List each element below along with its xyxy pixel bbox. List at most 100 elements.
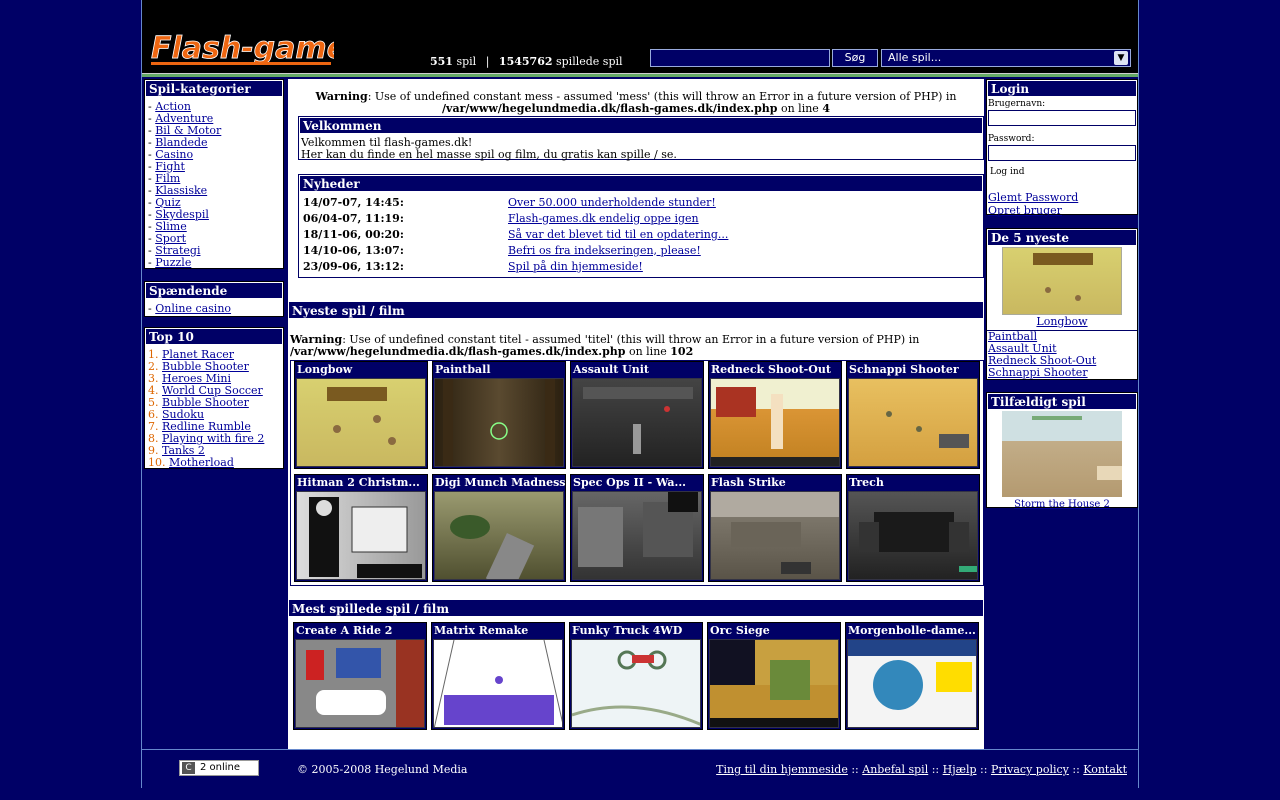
copyright: © 2005-2008 Hegelund Media — [297, 763, 468, 776]
game-tile[interactable]: Orc Siege — [707, 622, 841, 730]
game-tile[interactable]: Spec Ops II - Wa... — [570, 474, 704, 582]
news-date: 23/09-06, 13:12: — [303, 259, 404, 273]
welcome-box: Velkommen Velkommen til flash-games.dk! … — [298, 116, 984, 161]
game-tile[interactable]: Schnappi Shooter — [846, 361, 980, 469]
game-thumbnail[interactable] — [847, 639, 977, 728]
plays-count: 1545762 — [498, 55, 553, 68]
game-thumbnail[interactable] — [433, 639, 563, 728]
categories-box: Spil-kategorier - Action - Adventure - B… — [144, 79, 284, 269]
username-field[interactable] — [988, 110, 1136, 126]
games-label: spil — [456, 55, 477, 68]
newest5-thumbnail[interactable] — [1002, 247, 1122, 315]
random-game-title: Tilfældigt spil — [987, 393, 1137, 410]
news-date: 06/04-07, 11:19: — [303, 211, 404, 225]
top10-list: 1. Planet Racer 2. Bubble Shooter 3. Her… — [145, 345, 283, 473]
top10-item: 10. Motherload — [148, 456, 234, 469]
logo-text: Flash-games — [151, 31, 334, 66]
main-content: Warning: Use of undefined constant mess … — [288, 79, 984, 749]
footer: C2 online © 2005-2008 Hegelund Media Tin… — [142, 749, 1138, 788]
search-button[interactable]: Søg — [832, 49, 878, 67]
footer-link-contact[interactable]: Kontakt — [1083, 763, 1127, 776]
news-date: 18/11-06, 00:20: — [303, 227, 404, 241]
online-counter-badge[interactable]: C2 online — [179, 760, 259, 776]
news-link[interactable]: Flash-games.dk endelig oppe igen — [508, 212, 699, 225]
news-link[interactable]: Spil på din hjemmeside! — [508, 260, 643, 273]
game-thumbnail[interactable] — [571, 639, 701, 728]
news-row: 06/04-07, 11:19: Flash-games.dk endelig o… — [299, 210, 983, 226]
game-thumbnail[interactable] — [572, 491, 702, 580]
games-count: 551 — [430, 55, 453, 68]
footer-link-homepage[interactable]: Ting til din hjemmeside — [716, 763, 848, 776]
game-tile[interactable]: Longbow — [294, 361, 428, 469]
game-tile[interactable]: Digi Munch Madness — [432, 474, 566, 582]
game-thumbnail[interactable] — [848, 491, 978, 580]
php-warning-1: Warning: Use of undefined constant mess … — [315, 90, 957, 115]
game-thumbnail[interactable] — [434, 491, 564, 580]
site-stats: 551 spil | 1545762 spillede spil — [430, 55, 623, 68]
category-item: - Puzzle — [148, 256, 192, 269]
create-user-link[interactable]: Opret bruger — [988, 204, 1062, 217]
news-row: 18/11-06, 00:20: Så var det blevet tid ti… — [299, 226, 983, 242]
chevron-down-icon[interactable]: ▼ — [1114, 51, 1128, 65]
game-thumbnail[interactable] — [296, 378, 426, 467]
game-tile[interactable]: Trech — [846, 474, 980, 582]
footer-link-privacy[interactable]: Privacy policy — [991, 763, 1069, 776]
game-thumbnail[interactable] — [572, 378, 702, 467]
most-played-title: Mest spillede spil / film — [288, 599, 984, 617]
top10-link[interactable]: Motherload — [169, 456, 234, 469]
game-tile[interactable]: Paintball — [432, 361, 566, 469]
game-thumbnail[interactable] — [296, 491, 426, 580]
footer-link-recommend[interactable]: Anbefal spil — [862, 763, 928, 776]
category-select[interactable]: Alle spil... ▼ — [881, 49, 1131, 67]
newest5-featured-link[interactable]: Longbow — [1036, 315, 1087, 328]
login-button[interactable]: Log ind — [988, 167, 1136, 177]
article-link[interactable]: Online casino — [155, 302, 231, 315]
news-date: 14/10-06, 13:07: — [303, 243, 404, 257]
news-link[interactable]: Over 50.000 underholdende stunder! — [508, 196, 716, 209]
game-thumbnail[interactable] — [434, 378, 564, 467]
newest-grid: Longbow Paintball Assault Unit Redneck S… — [290, 360, 984, 586]
game-tile[interactable]: Morgenbolle-dame... — [845, 622, 979, 730]
game-tile[interactable]: Create A Ride 2 — [293, 622, 427, 730]
game-thumbnail[interactable] — [848, 378, 978, 467]
newest-title: Nyeste spil / film — [288, 301, 984, 319]
game-tile[interactable]: Matrix Remake — [431, 622, 565, 730]
news-date: 14/07-07, 14:45: — [303, 195, 404, 209]
category-link[interactable]: Puzzle — [155, 256, 191, 269]
game-tile[interactable]: Redneck Shoot-Out — [708, 361, 842, 469]
game-tile[interactable]: Assault Unit — [570, 361, 704, 469]
game-thumbnail[interactable] — [710, 491, 840, 580]
footer-link-help[interactable]: Hjælp — [943, 763, 977, 776]
forgot-password-link[interactable]: Glemt Password — [988, 191, 1078, 204]
random-game-thumbnail[interactable] — [1002, 411, 1122, 497]
news-link[interactable]: Befri os fra indekseringen, please! — [508, 244, 701, 257]
news-link[interactable]: Så var det blevet tid til en opdatering.… — [508, 228, 728, 241]
article-item: - Online casino — [148, 302, 232, 315]
online-counter-icon: C — [182, 762, 195, 774]
main-column: Warning: Use of undefined constant mess … — [286, 77, 984, 749]
php-warning-2: Warning: Use of undefined constant titel… — [290, 333, 920, 358]
game-tile[interactable]: Flash Strike — [708, 474, 842, 582]
welcome-title: Velkommen — [299, 117, 983, 134]
login-box: Login Brugernavn: Password: Log ind Glem… — [986, 79, 1138, 217]
game-tile[interactable]: Funky Truck 4WD — [569, 622, 703, 730]
search-input[interactable] — [650, 49, 830, 67]
articles-box: Spændende artikler - Online casino — [144, 281, 284, 317]
game-tile[interactable]: Hitman 2 Christm... — [294, 474, 428, 582]
game-thumbnail[interactable] — [709, 639, 839, 728]
site-logo[interactable]: Flash-games — [149, 28, 334, 68]
game-thumbnail[interactable] — [295, 639, 425, 728]
game-thumbnail[interactable] — [710, 378, 840, 467]
newest5-link[interactable]: Schnappi Shooter — [988, 366, 1088, 379]
footer-links: Ting til din hjemmeside :: Anbefal spil … — [716, 763, 1127, 776]
random-game-link[interactable]: Storm the House 2 — [1014, 499, 1110, 510]
newest5-title: De 5 nyeste — [987, 229, 1137, 246]
username-label: Brugernavn: — [988, 99, 1046, 109]
articles-title: Spændende artikler — [145, 282, 283, 315]
password-field[interactable] — [988, 145, 1136, 161]
news-row: 23/09-06, 13:12: Spil på din hjemmeside! — [299, 258, 983, 274]
top10-box: Top 10 1. Planet Racer 2. Bubble Shooter… — [144, 327, 284, 469]
news-table: 14/07-07, 14:45: Over 50.000 underholdend… — [299, 194, 983, 274]
news-row: 14/07-07, 14:45: Over 50.000 underholdend… — [299, 194, 983, 210]
news-row: 14/10-06, 13:07: Befri os fra indeksering… — [299, 242, 983, 258]
